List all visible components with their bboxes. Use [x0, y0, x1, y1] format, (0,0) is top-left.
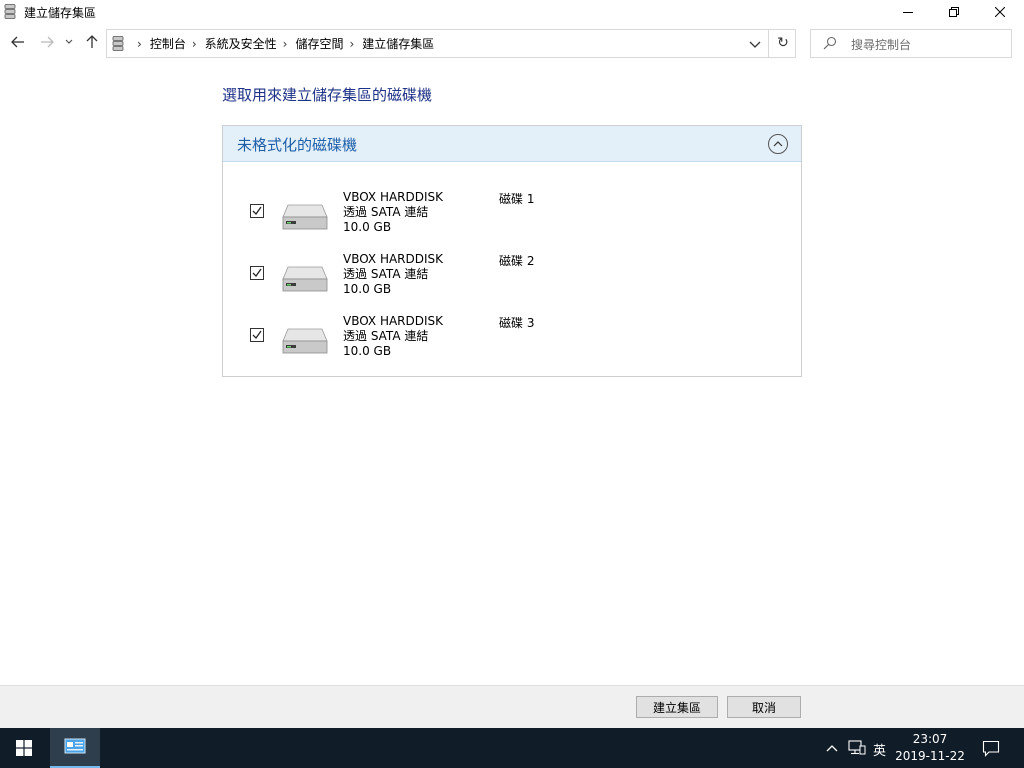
hard-drive-icon: [282, 203, 328, 234]
address-dropdown-icon[interactable]: [747, 36, 763, 52]
disk-checkbox[interactable]: [250, 266, 264, 280]
hard-drive-icon: [282, 327, 328, 358]
input-method-indicator[interactable]: 英: [873, 740, 886, 759]
disk-connection: 透過 SATA 連結: [343, 329, 429, 343]
show-hidden-icons-chevron-icon[interactable]: [824, 740, 840, 756]
forward-arrow-icon[interactable]: [37, 32, 57, 52]
clock-time: 23:07: [912, 732, 948, 746]
disk-connection: 透過 SATA 連結: [343, 267, 429, 281]
disk-label: 磁碟 3: [499, 316, 535, 330]
breadcrumb-item-storage-spaces[interactable]: 儲存空間: [295, 35, 343, 52]
disk-item[interactable]: VBOX HARDDISK 透過 SATA 連結 10.0 GB 磁碟 3: [223, 314, 801, 364]
disk-size: 10.0 GB: [343, 220, 392, 234]
disk-details: VBOX HARDDISK 透過 SATA 連結 10.0 GB: [343, 252, 443, 297]
control-panel-taskbar-icon[interactable]: [50, 728, 100, 768]
notification-center-icon[interactable]: [982, 739, 1000, 757]
system-clock[interactable]: 23:07 2019-11-22: [890, 731, 970, 765]
group-title: 未格式化的磁碟機: [237, 136, 358, 154]
restore-button[interactable]: [931, 0, 977, 24]
breadcrumb-item-system-security[interactable]: 系統及安全性: [205, 35, 277, 52]
search-box[interactable]: 搜尋控制台: [810, 29, 1012, 58]
chevron-right-icon[interactable]: ›: [192, 37, 197, 51]
back-arrow-icon[interactable]: [8, 32, 28, 52]
disk-name: VBOX HARDDISK: [343, 252, 444, 266]
search-placeholder: 搜尋控制台: [851, 38, 912, 52]
storage-spaces-icon: [4, 4, 16, 19]
disk-label: 磁碟 2: [499, 254, 535, 268]
chevron-right-icon[interactable]: ›: [137, 37, 142, 51]
network-icon[interactable]: [848, 740, 866, 756]
chevron-right-icon[interactable]: ›: [283, 37, 288, 51]
minimize-button[interactable]: [885, 0, 931, 24]
clock-date: 2019-11-22: [895, 749, 965, 763]
disk-checkbox[interactable]: [250, 204, 264, 218]
control-panel-icon: [112, 36, 124, 54]
disk-label: 磁碟 1: [499, 192, 535, 206]
group-header[interactable]: 未格式化的磁碟機: [223, 126, 801, 162]
hard-drive-icon: [282, 265, 328, 296]
breadcrumb: › 控制台 › 系統及安全性 › 儲存空間 › 建立儲存集區: [131, 30, 434, 57]
disk-name: VBOX HARDDISK: [343, 190, 444, 204]
breadcrumb-item-create-pool[interactable]: 建立儲存集區: [362, 35, 434, 52]
address-bar[interactable]: › 控制台 › 系統及安全性 › 儲存空間 › 建立儲存集區 ↻: [106, 29, 796, 58]
disk-details: VBOX HARDDISK 透過 SATA 連結 10.0 GB: [343, 314, 443, 359]
up-arrow-icon[interactable]: [82, 32, 102, 52]
create-pool-button[interactable]: 建立集區: [636, 696, 718, 718]
close-button[interactable]: [977, 0, 1023, 24]
navigation-bar: › 控制台 › 系統及安全性 › 儲存空間 › 建立儲存集區 ↻ 搜尋控制台: [0, 26, 1024, 60]
taskbar: 英 23:07 2019-11-22: [0, 728, 1024, 768]
disk-details: VBOX HARDDISK 透過 SATA 連結 10.0 GB: [343, 190, 443, 235]
recent-locations-chevron-icon[interactable]: [62, 32, 76, 52]
window-title: 建立儲存集區: [24, 6, 97, 20]
disk-size: 10.0 GB: [343, 282, 392, 296]
cancel-button[interactable]: 取消: [727, 696, 801, 718]
refresh-icon[interactable]: ↻: [775, 35, 791, 51]
divider: [768, 30, 769, 57]
disk-item[interactable]: VBOX HARDDISK 透過 SATA 連結 10.0 GB 磁碟 1: [223, 190, 801, 240]
chevron-right-icon[interactable]: ›: [349, 37, 354, 51]
dialog-footer: 建立集區 取消: [0, 685, 1024, 728]
collapse-chevron-up-icon[interactable]: [768, 134, 788, 154]
title-bar: 建立儲存集區: [0, 0, 1024, 24]
search-icon: [823, 36, 837, 53]
unformatted-drives-group: 未格式化的磁碟機 VBOX HARDDISK 透過 SATA 連結 10.0 G…: [222, 125, 802, 377]
breadcrumb-item-control-panel[interactable]: 控制台: [150, 35, 186, 52]
disk-size: 10.0 GB: [343, 344, 392, 358]
disk-item[interactable]: VBOX HARDDISK 透過 SATA 連結 10.0 GB 磁碟 2: [223, 252, 801, 302]
disk-connection: 透過 SATA 連結: [343, 205, 429, 219]
disk-checkbox[interactable]: [250, 328, 264, 342]
windows-start-icon[interactable]: [0, 728, 48, 768]
page-heading: 選取用來建立儲存集區的磁碟機: [222, 86, 433, 104]
disk-name: VBOX HARDDISK: [343, 314, 444, 328]
